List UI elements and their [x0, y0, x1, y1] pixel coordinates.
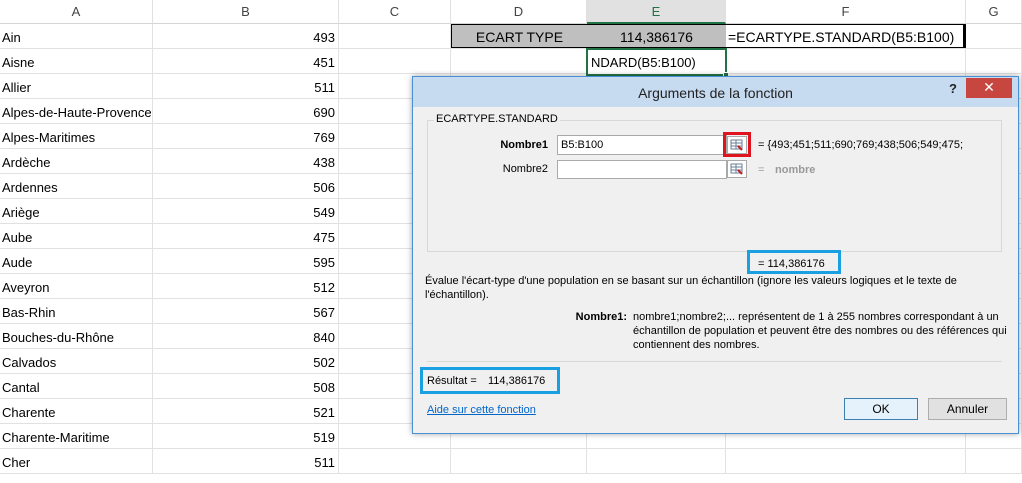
help-link[interactable]: Aide sur cette fonction — [427, 404, 536, 416]
cell-department[interactable]: Aisne — [0, 49, 153, 74]
cell-value[interactable]: 475 — [153, 224, 339, 249]
nombre1-input[interactable]: B5:B100 — [557, 135, 727, 155]
cell-value[interactable]: 438 — [153, 149, 339, 174]
cell-value[interactable]: 502 — [153, 349, 339, 374]
cell-empty[interactable] — [339, 49, 451, 74]
cell-department[interactable]: Ariège — [0, 199, 153, 224]
column-header-b[interactable]: B — [153, 0, 339, 24]
cell-value[interactable]: 493 — [153, 24, 339, 49]
cell-department[interactable]: Allier — [0, 74, 153, 99]
cell-department[interactable]: Cantal — [0, 374, 153, 399]
cell-value[interactable]: 511 — [153, 449, 339, 474]
divider — [427, 361, 1002, 362]
cell-empty[interactable] — [451, 449, 587, 474]
result-label: Résultat = — [427, 375, 477, 387]
nombre2-label: Nombre2 — [502, 163, 548, 175]
cell-empty[interactable] — [966, 49, 1022, 74]
cell-department[interactable]: Ardèche — [0, 149, 153, 174]
function-name-label: ECARTYPE.STANDARD — [434, 113, 560, 125]
dialog-title[interactable]: Arguments de la fonction — [413, 77, 1018, 107]
cell-value[interactable]: 690 — [153, 99, 339, 124]
ok-button[interactable]: OK — [844, 398, 918, 420]
cell-department[interactable]: Cher — [0, 449, 153, 474]
table-row: Cher 511 — [0, 449, 1022, 474]
cell-department[interactable]: Bouches-du-Rhône — [0, 324, 153, 349]
column-header-a[interactable]: A — [0, 0, 153, 24]
cell-value[interactable]: 840 — [153, 324, 339, 349]
range-select-icon — [730, 163, 743, 175]
cell-empty[interactable] — [587, 449, 726, 474]
function-arguments-dialog: Arguments de la fonction ? ✕ ECARTYPE.ST… — [412, 76, 1019, 434]
cell-value[interactable]: 506 — [153, 174, 339, 199]
cell-department[interactable]: Aude — [0, 249, 153, 274]
cell-empty[interactable] — [726, 449, 966, 474]
column-header-g[interactable]: G — [966, 0, 1022, 24]
formula-result: = 114,386176 — [758, 258, 825, 270]
argument-help-label: Nombre1: — [575, 311, 627, 323]
column-header-c[interactable]: C — [339, 0, 451, 24]
cell-value[interactable]: 519 — [153, 424, 339, 449]
arguments-group: ECARTYPE.STANDARD Nombre1 B5:B100 = {493… — [427, 113, 1002, 252]
result-value: 114,386176 — [488, 375, 546, 387]
active-cell-e2[interactable]: NDARD(B5:B100) — [586, 48, 727, 76]
cell-value[interactable]: 549 — [153, 199, 339, 224]
cell-department[interactable]: Ain — [0, 24, 153, 49]
nombre2-input[interactable] — [557, 160, 727, 179]
column-header-d[interactable]: D — [451, 0, 587, 24]
cell-department[interactable]: Calvados — [0, 349, 153, 374]
argument-help-text: nombre1;nombre2;... représentent de 1 à … — [633, 311, 1007, 351]
help-icon[interactable]: ? — [943, 77, 963, 101]
cell-value[interactable]: 512 — [153, 274, 339, 299]
cell-department[interactable]: Charente — [0, 399, 153, 424]
nombre2-collapse-button[interactable] — [727, 160, 747, 178]
cell-department[interactable]: Ardennes — [0, 174, 153, 199]
cell-d1[interactable]: ECART TYPE — [451, 24, 587, 48]
cell-value[interactable]: 508 — [153, 374, 339, 399]
cell-department[interactable]: Alpes-de-Haute-Provence — [0, 99, 153, 124]
cell-value[interactable]: 567 — [153, 299, 339, 324]
nombre1-label: Nombre1 — [500, 139, 548, 151]
cell-value[interactable]: 521 — [153, 399, 339, 424]
column-header-f[interactable]: F — [726, 0, 966, 24]
cell-value[interactable]: 451 — [153, 49, 339, 74]
cell-empty[interactable] — [966, 449, 1022, 474]
cell-empty[interactable] — [339, 449, 451, 474]
cell-empty[interactable] — [726, 49, 966, 74]
cell-e1[interactable]: 114,386176 — [587, 24, 726, 48]
cell-department[interactable]: Aube — [0, 224, 153, 249]
red-highlight-box — [723, 132, 751, 157]
close-button[interactable]: ✕ — [966, 78, 1012, 98]
cell-department[interactable]: Alpes-Maritimes — [0, 124, 153, 149]
cell-value[interactable]: 511 — [153, 74, 339, 99]
nombre2-result-equals: = — [758, 164, 765, 176]
cell-department[interactable]: Aveyron — [0, 274, 153, 299]
nombre2-result: nombre — [775, 164, 816, 176]
cell-department[interactable]: Charente-Maritime — [0, 424, 153, 449]
cell-value[interactable]: 769 — [153, 124, 339, 149]
nombre1-result: = {493;451;511;690;769;438;506;549;475; — [758, 139, 964, 151]
cell-value[interactable]: 595 — [153, 249, 339, 274]
cell-empty[interactable] — [966, 24, 1022, 49]
function-description: Évalue l'écart-type d'une population en … — [425, 275, 957, 301]
cell-department[interactable]: Bas-Rhin — [0, 299, 153, 324]
cancel-button[interactable]: Annuler — [928, 398, 1007, 420]
column-header-e[interactable]: E — [587, 0, 726, 24]
cell-f1[interactable]: =ECARTYPE.STANDARD(B5:B100) — [726, 24, 966, 48]
cell-empty[interactable] — [451, 49, 587, 74]
cell-empty[interactable] — [339, 24, 451, 49]
table-row: Aisne 451 — [0, 49, 1022, 74]
